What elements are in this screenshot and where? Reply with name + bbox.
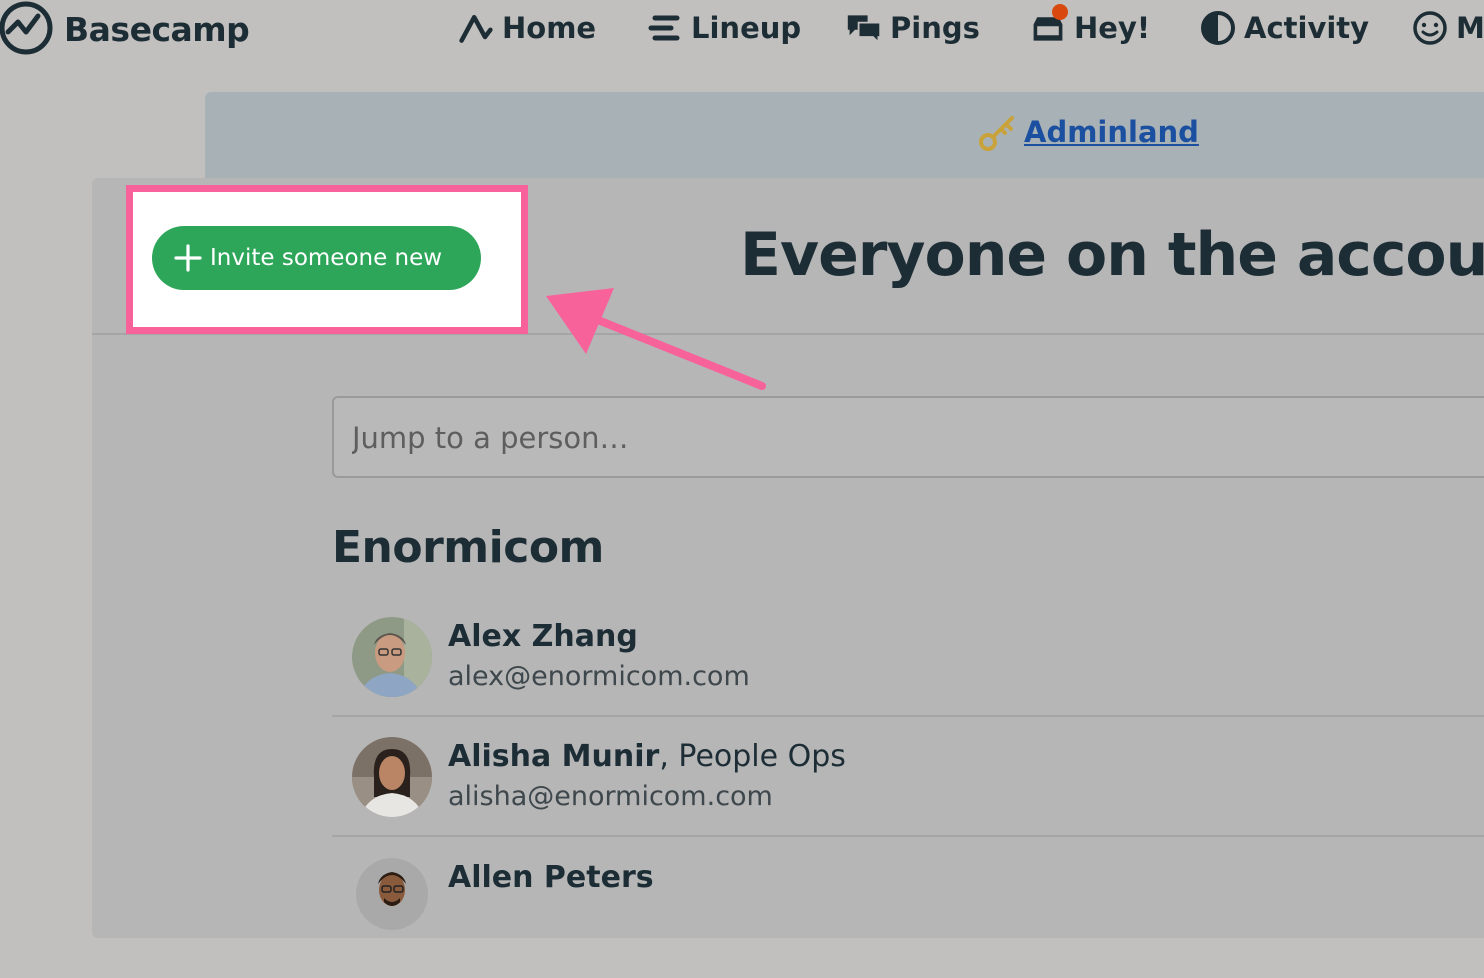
- nav-activity-label: Activity: [1244, 11, 1370, 45]
- adminland-link[interactable]: Adminland: [1024, 115, 1199, 149]
- brand-logo[interactable]: Basecamp: [0, 0, 250, 58]
- lineup-icon: [647, 10, 683, 46]
- person-name[interactable]: Alisha Munir: [448, 739, 659, 774]
- row-divider: [332, 715, 1484, 717]
- person-row[interactable]: Alex Zhang alex@enormicom.com: [332, 617, 1484, 737]
- adminland-breadcrumb[interactable]: Adminland: [978, 112, 1199, 152]
- nav-activity[interactable]: Activity: [1200, 8, 1369, 48]
- person-email: alex@enormicom.com: [448, 661, 750, 692]
- nav-me-label: M: [1456, 11, 1484, 45]
- avatar: [352, 617, 432, 697]
- hey-inbox-icon: [1030, 4, 1068, 46]
- annotation-arrow-icon: [546, 288, 766, 390]
- page-title: Everyone on the account: [740, 220, 1484, 290]
- nav-pings-label: Pings: [890, 11, 980, 45]
- top-nav: Basecamp Home Lineup Pings Hey! Activity: [0, 0, 1484, 58]
- brand-name: Basecamp: [64, 9, 250, 49]
- nav-pings[interactable]: Pings: [846, 8, 980, 48]
- person-name[interactable]: Alex Zhang: [448, 619, 638, 654]
- nav-lineup[interactable]: Lineup: [647, 8, 801, 48]
- person-name-line: Alex Zhang: [448, 619, 638, 654]
- me-smiley-icon: [1412, 10, 1448, 46]
- person-name-line: Alisha Munir, People Ops: [448, 739, 846, 774]
- avatar: [356, 858, 428, 930]
- jump-to-person-field[interactable]: [332, 396, 1484, 478]
- avatar: [352, 737, 432, 817]
- person-row[interactable]: Alisha Munir, People Ops alisha@enormico…: [332, 737, 1484, 857]
- nav-home-label: Home: [502, 11, 597, 45]
- nav-hey-label: Hey!: [1074, 11, 1151, 45]
- invite-button-label: Invite someone new: [210, 245, 443, 271]
- notification-dot: [1052, 4, 1068, 20]
- nav-home[interactable]: Home: [458, 8, 596, 48]
- jump-to-person-input[interactable]: [350, 398, 1454, 478]
- person-row[interactable]: Allen Peters: [332, 858, 1484, 978]
- activity-icon: [1200, 10, 1236, 46]
- key-icon: [979, 116, 1014, 151]
- plus-icon: [174, 244, 202, 272]
- person-name[interactable]: Allen Peters: [448, 860, 654, 895]
- nav-lineup-label: Lineup: [691, 11, 802, 45]
- person-name-line: Allen Peters: [448, 860, 654, 895]
- basecamp-logo-icon: [0, 1, 53, 55]
- person-email: alisha@enormicom.com: [448, 781, 773, 812]
- person-role: , People Ops: [659, 739, 846, 774]
- invite-someone-new-button[interactable]: Invite someone new: [152, 226, 481, 290]
- home-icon: [458, 10, 494, 46]
- row-divider: [332, 835, 1484, 837]
- nav-me[interactable]: M: [1412, 8, 1484, 48]
- nav-hey[interactable]: Hey!: [1030, 4, 1151, 48]
- pings-icon: [846, 10, 882, 46]
- company-name: Enormicom: [332, 522, 604, 573]
